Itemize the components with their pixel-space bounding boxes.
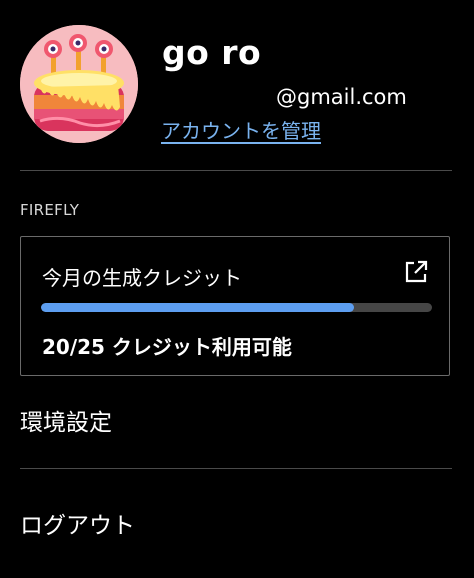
user-name: go ro — [162, 33, 262, 72]
avatar — [20, 25, 138, 143]
external-link-icon[interactable] — [403, 259, 429, 285]
profile-header: go ro @gmail.com アカウントを管理 — [0, 0, 474, 170]
credits-available-text: 20/25 クレジット利用可能 — [42, 335, 292, 359]
generative-credits-card: 今月の生成クレジット 20/25 クレジット利用可能 — [20, 236, 450, 376]
user-email: @gmail.com — [276, 85, 407, 109]
credits-progress-fill — [41, 303, 354, 312]
settings-menu-item[interactable]: 環境設定 — [20, 403, 112, 437]
credits-progress-bar — [41, 303, 432, 312]
divider — [20, 170, 452, 171]
divider — [20, 468, 452, 469]
birthday-cake-icon — [20, 25, 138, 143]
manage-account-link[interactable]: アカウントを管理 — [161, 115, 321, 144]
section-label-firefly: FIREFLY — [20, 201, 80, 219]
credits-title: 今月の生成クレジット — [42, 266, 242, 290]
logout-menu-item[interactable]: ログアウト — [20, 506, 135, 540]
